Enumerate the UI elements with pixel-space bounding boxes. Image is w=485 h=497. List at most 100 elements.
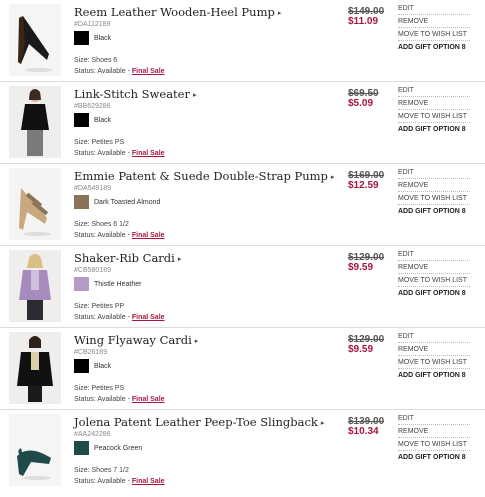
remove-link[interactable]: REMOVE (398, 16, 470, 28)
color-name: Black (94, 363, 112, 370)
size-label: Size: Shoes 6 (74, 57, 118, 64)
color-swatch (74, 195, 89, 209)
status-label: Status: Available - Final Sale (74, 314, 165, 321)
product-image[interactable] (9, 414, 61, 486)
remove-link[interactable]: REMOVE (398, 262, 470, 274)
color-swatch (74, 359, 89, 373)
status-label: Status: Available - Final Sale (74, 478, 165, 485)
add-gift-option-link[interactable]: ADD GIFT OPTION 8 (398, 452, 470, 463)
product-sku: #CB26189 (74, 349, 108, 356)
product-sku: #AA242286 (74, 431, 111, 438)
item-actions: EDIT REMOVE MOVE TO WISH LIST ADD GIFT O… (398, 413, 470, 464)
black-pump-shoe-icon (9, 4, 61, 76)
expand-arrow-icon[interactable]: ▸ (193, 91, 197, 99)
cart-item-list: Reem Leather Wooden-Heel Pump ▸ #DA112189… (0, 0, 485, 497)
edit-link[interactable]: EDIT (398, 167, 470, 179)
cart-item: Link-Stitch Sweater ▸ #BB629286 Black Siz… (0, 82, 485, 164)
sale-price: $5.09 (348, 98, 374, 109)
move-to-wish-list-link[interactable]: MOVE TO WISH LIST (398, 193, 470, 205)
edit-link[interactable]: EDIT (398, 3, 470, 15)
peacock-slingback-shoe-icon (9, 414, 61, 486)
sale-price: $12.59 (348, 180, 379, 191)
cart-item: Reem Leather Wooden-Heel Pump ▸ #DA112189… (0, 0, 485, 82)
product-sku: #DA112189 (74, 21, 111, 28)
product-name-link[interactable]: Jolena Patent Leather Peep-Toe Slingback… (74, 415, 324, 429)
color-name: Black (94, 35, 112, 42)
move-to-wish-list-link[interactable]: MOVE TO WISH LIST (398, 111, 470, 123)
edit-link[interactable]: EDIT (398, 85, 470, 97)
expand-arrow-icon[interactable]: ▸ (321, 419, 325, 427)
color-swatch (74, 113, 89, 127)
size-label: Size: Shoes 6 1/2 (74, 221, 129, 228)
add-gift-option-link[interactable]: ADD GIFT OPTION 8 (398, 206, 470, 217)
final-sale-link[interactable]: Final Sale (132, 68, 165, 75)
product-name-link[interactable]: Wing Flyaway Cardi ▸ (74, 333, 198, 347)
product-image[interactable] (9, 168, 61, 240)
final-sale-link[interactable]: Final Sale (132, 396, 165, 403)
size-label: Size: Shoes 7 1/2 (74, 467, 129, 474)
color-name: Thistle Heather (94, 281, 142, 288)
cart-item: Jolena Patent Leather Peep-Toe Slingback… (0, 410, 485, 492)
size-label: Size: Petites PS (74, 385, 125, 392)
final-sale-link[interactable]: Final Sale (132, 478, 165, 485)
item-actions: EDIT REMOVE MOVE TO WISH LIST ADD GIFT O… (398, 3, 470, 54)
remove-link[interactable]: REMOVE (398, 180, 470, 192)
product-sku: #DA549189 (74, 185, 111, 192)
sale-price: $9.59 (348, 262, 374, 273)
product-name-link[interactable]: Shaker-Rib Cardi ▸ (74, 251, 181, 265)
edit-link[interactable]: EDIT (398, 331, 470, 343)
cart-item: Emmie Patent & Suede Double-Strap Pump ▸ … (0, 164, 485, 246)
final-sale-link[interactable]: Final Sale (132, 232, 165, 239)
status-label: Status: Available - Final Sale (74, 68, 165, 75)
product-sku: #CB580189 (74, 267, 111, 274)
product-image[interactable] (9, 4, 61, 76)
cart-item: Wing Flyaway Cardi ▸ #CB26189 Black Size:… (0, 328, 485, 410)
cart-item: Shaker-Rib Cardi ▸ #CB580189 Thistle Heat… (0, 246, 485, 328)
move-to-wish-list-link[interactable]: MOVE TO WISH LIST (398, 439, 470, 451)
item-actions: EDIT REMOVE MOVE TO WISH LIST ADD GIFT O… (398, 167, 470, 218)
product-image[interactable] (9, 332, 61, 404)
sale-price: $10.34 (348, 426, 379, 437)
remove-link[interactable]: REMOVE (398, 426, 470, 438)
status-label: Status: Available - Final Sale (74, 232, 165, 239)
color-swatch (74, 277, 89, 291)
expand-arrow-icon[interactable]: ▸ (195, 337, 199, 345)
model-black-sweater-icon (9, 86, 61, 158)
product-sku: #BB629286 (74, 103, 111, 110)
item-actions: EDIT REMOVE MOVE TO WISH LIST ADD GIFT O… (398, 85, 470, 136)
remove-link[interactable]: REMOVE (398, 344, 470, 356)
edit-link[interactable]: EDIT (398, 413, 470, 425)
product-name-link[interactable]: Reem Leather Wooden-Heel Pump ▸ (74, 5, 281, 19)
color-name: Peacock Green (94, 445, 143, 452)
product-image[interactable] (9, 86, 61, 158)
expand-arrow-icon[interactable]: ▸ (178, 255, 182, 263)
status-label: Status: Available - Final Sale (74, 396, 165, 403)
final-sale-link[interactable]: Final Sale (132, 150, 165, 157)
color-name: Black (94, 117, 112, 124)
add-gift-option-link[interactable]: ADD GIFT OPTION 8 (398, 288, 470, 299)
almond-double-strap-pump-icon (9, 168, 61, 240)
move-to-wish-list-link[interactable]: MOVE TO WISH LIST (398, 357, 470, 369)
size-label: Size: Petites PS (74, 139, 125, 146)
color-swatch (74, 31, 89, 45)
color-name: Dark Toasted Almond (94, 199, 161, 206)
expand-arrow-icon[interactable]: ▸ (331, 173, 335, 181)
remove-link[interactable]: REMOVE (398, 98, 470, 110)
move-to-wish-list-link[interactable]: MOVE TO WISH LIST (398, 275, 470, 287)
model-thistle-cardigan-icon (9, 250, 61, 322)
edit-link[interactable]: EDIT (398, 249, 470, 261)
add-gift-option-link[interactable]: ADD GIFT OPTION 8 (398, 124, 470, 135)
size-label: Size: Petites PP (74, 303, 125, 310)
add-gift-option-link[interactable]: ADD GIFT OPTION 8 (398, 370, 470, 381)
add-gift-option-link[interactable]: ADD GIFT OPTION 8 (398, 42, 470, 53)
item-actions: EDIT REMOVE MOVE TO WISH LIST ADD GIFT O… (398, 249, 470, 300)
move-to-wish-list-link[interactable]: MOVE TO WISH LIST (398, 29, 470, 41)
expand-arrow-icon[interactable]: ▸ (278, 9, 282, 17)
sale-price: $11.09 (348, 16, 379, 27)
color-swatch (74, 441, 89, 455)
product-name-link[interactable]: Emmie Patent & Suede Double-Strap Pump ▸ (74, 169, 334, 183)
product-name-link[interactable]: Link-Stitch Sweater ▸ (74, 87, 197, 101)
status-label: Status: Available - Final Sale (74, 150, 165, 157)
product-image[interactable] (9, 250, 61, 322)
final-sale-link[interactable]: Final Sale (132, 314, 165, 321)
